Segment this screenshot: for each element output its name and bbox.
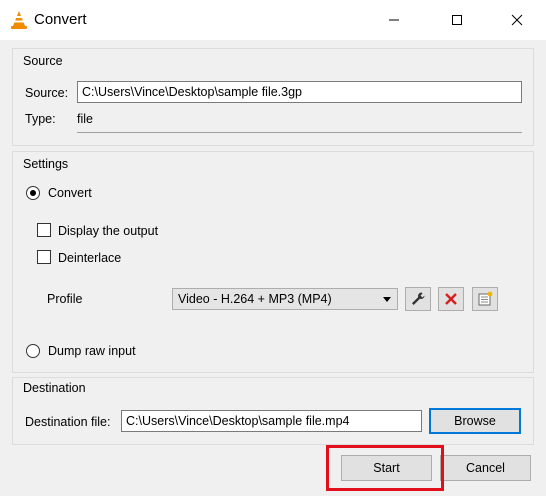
minimize-button[interactable] bbox=[371, 0, 417, 40]
window-title: Convert bbox=[34, 11, 87, 28]
maximize-icon bbox=[452, 15, 462, 25]
destination-file-label: Destination file: bbox=[25, 415, 111, 429]
type-value: file bbox=[77, 112, 93, 126]
source-path-field[interactable]: C:\Users\Vince\Desktop\sample file.3gp bbox=[77, 81, 522, 103]
display-output-checkbox[interactable] bbox=[37, 223, 51, 237]
delete-x-icon bbox=[445, 293, 457, 305]
start-highlight-box bbox=[326, 445, 444, 491]
display-output-label[interactable]: Display the output bbox=[58, 224, 158, 238]
source-label: Source: bbox=[25, 86, 69, 100]
settings-legend: Settings bbox=[23, 157, 69, 171]
deinterlace-checkbox[interactable] bbox=[37, 250, 51, 264]
minimize-icon bbox=[389, 19, 399, 21]
maximize-button[interactable] bbox=[434, 0, 480, 40]
source-divider bbox=[77, 132, 522, 133]
destination-group: Destination Destination file: C:\Users\V… bbox=[12, 377, 534, 445]
destination-path-field[interactable]: C:\Users\Vince\Desktop\sample file.mp4 bbox=[121, 410, 422, 432]
settings-group: Settings Convert Display the output Dein… bbox=[12, 151, 534, 373]
convert-radio[interactable] bbox=[26, 186, 40, 200]
delete-profile-button[interactable] bbox=[438, 287, 464, 311]
profile-select-value: Video - H.264 + MP3 (MP4) bbox=[178, 292, 332, 306]
cancel-button[interactable]: Cancel bbox=[440, 455, 531, 481]
convert-label[interactable]: Convert bbox=[48, 186, 92, 200]
dump-raw-radio[interactable] bbox=[26, 344, 40, 358]
title-bar: Convert bbox=[0, 0, 546, 40]
vlc-cone-icon bbox=[10, 10, 28, 30]
source-group: Source Source: C:\Users\Vince\Desktop\sa… bbox=[12, 48, 534, 146]
edit-profile-button[interactable] bbox=[405, 287, 431, 311]
source-legend: Source bbox=[23, 54, 63, 68]
profile-select[interactable]: Video - H.264 + MP3 (MP4) bbox=[172, 288, 398, 310]
profile-label: Profile bbox=[47, 292, 83, 306]
deinterlace-label[interactable]: Deinterlace bbox=[58, 251, 121, 265]
type-label: Type: bbox=[25, 112, 56, 126]
new-profile-icon bbox=[478, 291, 493, 306]
close-icon bbox=[511, 14, 523, 26]
chevron-down-icon bbox=[383, 297, 391, 302]
dump-raw-label[interactable]: Dump raw input bbox=[48, 344, 136, 358]
browse-button[interactable]: Browse bbox=[429, 408, 521, 434]
close-button[interactable] bbox=[494, 0, 540, 40]
new-profile-button[interactable] bbox=[472, 287, 498, 311]
destination-legend: Destination bbox=[23, 381, 86, 395]
wrench-icon bbox=[412, 292, 425, 305]
